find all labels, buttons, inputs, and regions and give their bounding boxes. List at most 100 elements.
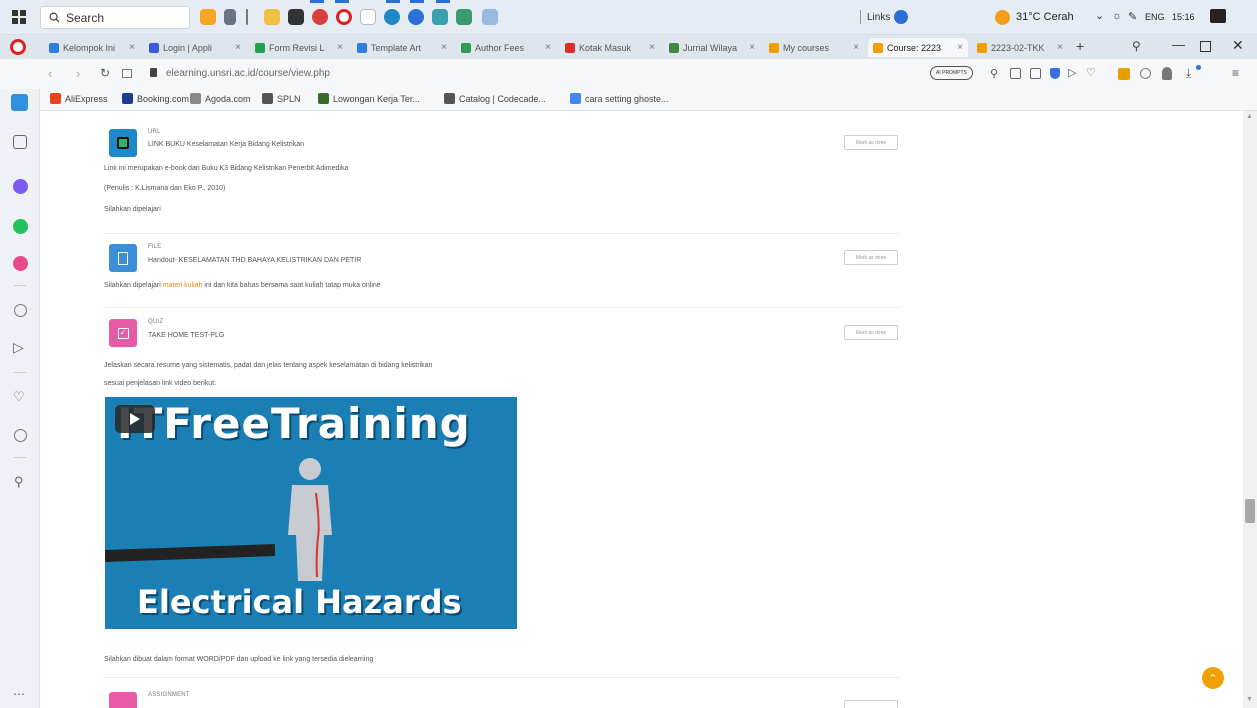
scroll-up-arrow[interactable]: ▲ (1246, 113, 1253, 120)
bookmark-item[interactable]: cara setting ghoste... (570, 93, 669, 104)
tray-chevron-icon[interactable]: ⌄ (1095, 9, 1104, 22)
tab-1[interactable]: Login | Appli × (144, 38, 246, 57)
history-icon[interactable] (14, 429, 27, 442)
play-button[interactable] (115, 405, 155, 433)
tips-bulb-icon[interactable]: ⚲ (14, 474, 24, 490)
tab-6[interactable]: Jurnal Wilaya × (664, 38, 760, 57)
scroll-down-arrow[interactable]: ▼ (1246, 696, 1253, 703)
vpn-shield-icon[interactable] (1050, 68, 1060, 79)
ext-circle-icon[interactable] (1140, 68, 1151, 79)
tab-close-icon[interactable]: × (649, 42, 655, 53)
taskbar-search-box[interactable]: Search (40, 6, 190, 29)
send-sidebar-icon[interactable]: ▷ (13, 339, 24, 356)
file-activity-icon[interactable] (109, 244, 137, 272)
back-icon[interactable]: ‹ (48, 66, 52, 81)
snapshot-icon[interactable] (1010, 68, 1021, 79)
download-icon[interactable]: ⤓ (1186, 66, 1191, 81)
tab-close-icon[interactable]: × (337, 42, 343, 53)
back-to-top-button[interactable]: ⌃ (1202, 667, 1224, 689)
reload-icon[interactable]: ↻ (100, 66, 110, 80)
ai-prompts-badge[interactable]: AI PROMPTS (930, 66, 973, 80)
send-icon[interactable]: ▷ (1068, 66, 1076, 79)
windows-start-icon[interactable] (12, 10, 26, 24)
app-blue-icon[interactable] (408, 9, 424, 25)
assignment-activity-icon[interactable] (109, 692, 137, 708)
task-view-icon[interactable] (224, 9, 236, 25)
tab-7[interactable]: My courses × (764, 38, 864, 57)
search-page-icon[interactable]: ⚲ (990, 67, 998, 80)
bookmark-item[interactable]: Booking.com (122, 93, 189, 104)
mark-as-done-button[interactable]: Mark as done (844, 135, 898, 150)
speed-dial-icon[interactable] (122, 69, 132, 78)
tab-5[interactable]: Kotak Masuk × (560, 38, 660, 57)
url-field[interactable]: elearning.unsri.ac.id/course/view.php (166, 68, 330, 79)
whatsapp-icon[interactable] (13, 219, 28, 234)
activity-link[interactable]: LINK BUKU Keselamatan Kerja Bidang Kelis… (148, 141, 304, 148)
widgets-icon[interactable] (200, 9, 216, 25)
pen-icon[interactable]: ✎ (1128, 10, 1137, 23)
notepad-icon[interactable] (360, 9, 376, 25)
tab-close-icon[interactable]: × (957, 42, 963, 53)
tab-search-icon[interactable]: ⚲ (1132, 39, 1141, 53)
bookmark-item[interactable]: SPLN (262, 93, 301, 104)
notification-icon[interactable] (1210, 9, 1226, 23)
bookmark-item[interactable]: Agoda.com (190, 93, 251, 104)
embedded-video[interactable]: ITFreeTraining Electrical Hazards (105, 397, 517, 629)
links-toolbar[interactable]: Links (860, 10, 909, 24)
profile-icon[interactable] (1162, 67, 1172, 80)
tab-close-icon[interactable]: × (1057, 42, 1063, 53)
scrollbar-thumb[interactable] (1245, 499, 1255, 523)
menu-icon[interactable]: ≡ (1232, 66, 1239, 80)
music-player-icon[interactable] (14, 304, 27, 317)
opera-icon[interactable] (336, 9, 352, 25)
home-icon[interactable] (11, 94, 28, 111)
extension-icon[interactable] (1118, 68, 1130, 80)
tab-2[interactable]: Form Revisi L × (250, 38, 348, 57)
instagram-icon[interactable] (13, 256, 28, 271)
opera-menu-icon[interactable] (10, 39, 26, 55)
tab-8[interactable]: Course: 2223 × (868, 38, 968, 57)
tab-close-icon[interactable]: × (441, 42, 447, 53)
chrome-profile-2-icon[interactable] (456, 9, 472, 25)
activity-link[interactable]: Handout- KESELAMATAN THD BAHAYA KELISTRI… (148, 257, 361, 264)
mark-as-done-button[interactable] (844, 700, 898, 708)
tab-close-icon[interactable]: × (853, 42, 859, 53)
pinboard-heart-icon[interactable]: ♡ (13, 389, 25, 405)
url-activity-icon[interactable] (109, 129, 137, 157)
close-window-button[interactable]: ✕ (1232, 37, 1244, 54)
clock[interactable]: 15:16 (1172, 12, 1195, 22)
tab-0[interactable]: Kelompok Ini × (44, 38, 140, 57)
tab-close-icon[interactable]: × (129, 42, 135, 53)
minimize-button[interactable]: — (1172, 37, 1185, 52)
language-indicator[interactable]: ENG (1145, 12, 1165, 22)
weather-text[interactable]: 31°C Cerah (1016, 11, 1074, 23)
tab-close-icon[interactable]: × (235, 42, 241, 53)
new-tab-button[interactable]: + (1076, 38, 1084, 54)
paint-icon[interactable] (482, 9, 498, 25)
weather-icon[interactable] (995, 10, 1010, 25)
store-icon[interactable] (288, 9, 304, 25)
chrome-profile-icon[interactable] (432, 9, 448, 25)
forward-icon[interactable]: › (76, 66, 80, 81)
tab-close-icon[interactable]: × (749, 42, 755, 53)
tab-9[interactable]: 2223-02-TKK × (972, 38, 1068, 57)
tab-3[interactable]: Template Art × (352, 38, 452, 57)
network-icon[interactable]: ☼ (1112, 10, 1122, 22)
heart-icon[interactable]: ♡ (1086, 66, 1096, 79)
bookmark-item[interactable]: Catalog | Codecade... (444, 93, 546, 104)
sidebar-more-icon[interactable]: ⋯ (13, 687, 25, 701)
quiz-activity-icon[interactable]: ✓ (109, 319, 137, 347)
bookmark-item[interactable]: AliExpress (50, 93, 108, 104)
file-explorer-icon[interactable] (264, 9, 280, 25)
messenger-icon[interactable] (13, 179, 28, 194)
mark-as-done-button[interactable]: Mark as done (844, 325, 898, 340)
materi-kuliah-link[interactable]: materi kuliah (163, 282, 203, 289)
mark-as-done-button[interactable]: Mark as done (844, 250, 898, 265)
camera-icon[interactable] (1030, 68, 1041, 79)
restore-button[interactable] (1200, 41, 1211, 52)
chrome-icon[interactable] (312, 9, 328, 25)
tab-close-icon[interactable]: × (545, 42, 551, 53)
bookmark-item[interactable]: Lowongan Kerja Ter... (318, 93, 420, 104)
edge-icon[interactable] (384, 9, 400, 25)
activity-link[interactable]: TAKE HOME TEST-PLG (148, 332, 224, 339)
